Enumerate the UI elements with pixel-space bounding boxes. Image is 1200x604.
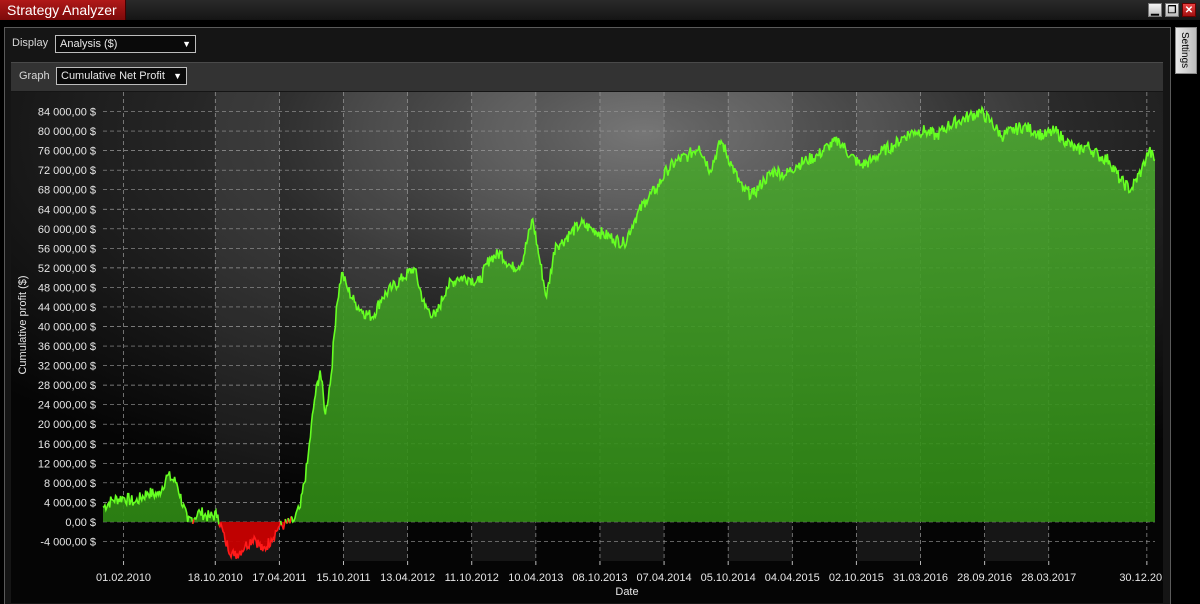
x-tick-label: 08.10.2013	[572, 572, 627, 584]
y-tick-label: 72 000,00 $	[38, 165, 96, 177]
close-icon[interactable]: ✕	[1182, 3, 1196, 17]
x-tick-label: 15.10.2011	[316, 572, 370, 584]
window-titlebar: Strategy Analyzer ▁ ❐ ✕	[0, 0, 1200, 20]
y-tick-label: 80 000,00 $	[38, 126, 96, 138]
y-tick-label: 52 000,00 $	[38, 263, 96, 275]
minimize-icon[interactable]: ▁	[1148, 3, 1162, 17]
y-tick-label: 60 000,00 $	[38, 224, 96, 236]
display-select[interactable]: Analysis ($) ▼	[55, 35, 196, 53]
x-tick-label: 04.04.2015	[765, 572, 820, 584]
y-tick-label: 40 000,00 $	[38, 322, 96, 334]
y-tick-label: 64 000,00 $	[38, 204, 96, 216]
y-tick-label: 24 000,00 $	[38, 400, 96, 412]
loss-line	[192, 519, 195, 525]
y-tick-label: -4 000,00 $	[40, 536, 96, 548]
x-tick-label: 28.09.2016	[957, 572, 1012, 584]
restore-icon[interactable]: ❐	[1165, 3, 1179, 17]
x-tick-label: 07.04.2014	[637, 572, 692, 584]
x-tick-label: 30.12.2017	[1119, 572, 1163, 584]
x-tick-label: 28.03.2017	[1021, 572, 1076, 584]
display-select-value: Analysis ($)	[60, 38, 118, 50]
y-axis-title: Cumulative profit ($)	[17, 275, 29, 374]
y-tick-label: 68 000,00 $	[38, 185, 96, 197]
y-tick-label: 76 000,00 $	[38, 146, 96, 158]
graph-select[interactable]: Cumulative Net Profit ▼	[56, 67, 187, 85]
x-tick-label: 10.04.2013	[508, 572, 563, 584]
y-tick-label: 36 000,00 $	[38, 341, 96, 353]
chevron-down-icon: ▼	[173, 71, 182, 81]
x-tick-label: 11.10.2012	[445, 572, 499, 584]
y-tick-label: 12 000,00 $	[38, 458, 96, 470]
x-tick-label: 17.04.2011	[252, 572, 306, 584]
window-title: Strategy Analyzer	[0, 0, 126, 20]
y-tick-label: 32 000,00 $	[38, 361, 96, 373]
y-tick-label: 4 000,00 $	[44, 497, 96, 509]
chevron-down-icon: ▼	[182, 39, 191, 49]
y-tick-label: 20 000,00 $	[38, 419, 96, 431]
y-tick-label: 48 000,00 $	[38, 282, 96, 294]
y-axis-ticks: -4 000,00 $ 0,00 $ 4 000,00 $ 8 000,00 $ 12 …	[38, 107, 96, 549]
loss-line	[289, 516, 292, 524]
y-tick-label: 28 000,00 $	[38, 380, 96, 392]
profit-line	[279, 520, 283, 526]
graph-select-value: Cumulative Net Profit	[61, 70, 165, 82]
cumulative-profit-chart: -4 000,00 $ 0,00 $ 4 000,00 $ 8 000,00 $ 12 …	[11, 92, 1163, 603]
x-tick-label: 31.03.2016	[893, 572, 948, 584]
settings-tab-label: Settings	[1179, 32, 1190, 69]
y-tick-label: 8 000,00 $	[44, 478, 96, 490]
y-tick-label: 84 000,00 $	[38, 107, 96, 119]
y-tick-label: 16 000,00 $	[38, 439, 96, 451]
y-tick-label: 56 000,00 $	[38, 243, 96, 255]
y-tick-label: 44 000,00 $	[38, 302, 96, 314]
x-axis-title: Date	[615, 586, 638, 598]
settings-tab[interactable]: Settings	[1175, 27, 1197, 74]
display-label: Display	[12, 37, 49, 49]
x-tick-label: 02.10.2015	[829, 572, 884, 584]
x-tick-label: 18.10.2010	[188, 572, 243, 584]
y-tick-label: 0,00 $	[65, 517, 96, 529]
x-tick-label: 13.04.2012	[380, 572, 435, 584]
x-tick-label: 05.10.2014	[701, 572, 756, 584]
x-tick-label: 01.02.2010	[96, 572, 151, 584]
graph-label: Graph	[19, 70, 50, 82]
